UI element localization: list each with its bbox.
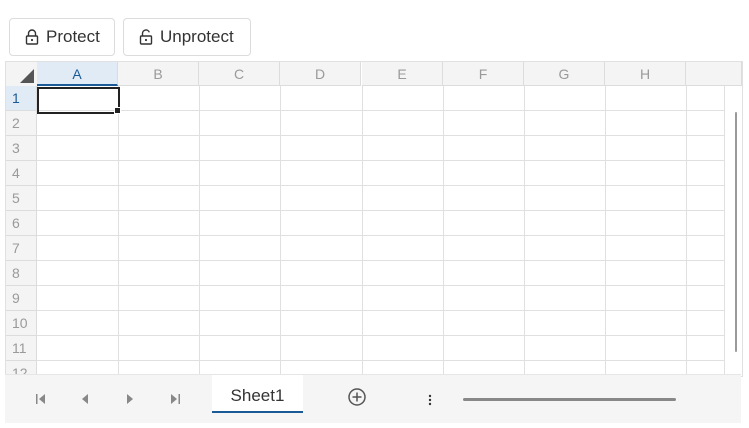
grid-horizontal-line [37,210,724,211]
grid-vertical-line [605,86,606,376]
grid-horizontal-line [37,235,724,236]
row-header-1[interactable]: 1 [6,86,37,111]
grid-vertical-line [118,86,119,376]
column-header-g[interactable]: G [524,62,605,86]
grid-horizontal-line [37,110,724,111]
row-header-6[interactable]: 6 [6,211,37,236]
row-header-5[interactable]: 5 [6,186,37,211]
column-header-f[interactable]: F [443,62,524,86]
last-sheet-icon[interactable] [166,390,184,408]
select-all-corner[interactable] [6,62,38,87]
column-header-e[interactable]: E [362,62,443,86]
row-header-7[interactable]: 7 [6,236,37,261]
grid-vertical-line [524,86,525,376]
grid-horizontal-line [37,160,724,161]
row-header-3[interactable]: 3 [6,136,37,161]
grid-horizontal-line [37,285,724,286]
grid-vertical-line [280,86,281,376]
column-header-c[interactable]: C [199,62,280,86]
lock-icon [25,29,39,45]
select-all-icon [20,69,34,83]
grid-horizontal-line [37,185,724,186]
first-sheet-icon[interactable] [32,390,50,408]
column-header-overflow [686,62,742,86]
protect-button[interactable]: Protect [9,18,115,56]
more-options-icon[interactable] [423,391,437,409]
grid-horizontal-line [37,335,724,336]
unprotect-button[interactable]: Unprotect [123,18,251,56]
unlock-icon [139,29,153,45]
vertical-scrollbar[interactable] [725,86,742,376]
spreadsheet-grid[interactable]: ABCDEFGH 1 2 3 4 5 6 7 8 9 10 11 12 [5,61,743,377]
grid-horizontal-line [37,260,724,261]
column-header-h[interactable]: H [605,62,686,86]
row-header-8[interactable]: 8 [6,261,37,286]
unprotect-label: Unprotect [160,27,234,46]
sheet-tab-sheet1[interactable]: Sheet1 [212,375,303,413]
row-header-4[interactable]: 4 [6,161,37,186]
protect-label: Protect [46,27,100,46]
prev-sheet-icon[interactable] [76,390,94,408]
row-header-9[interactable]: 9 [6,286,37,311]
horizontal-scrollbar[interactable] [463,398,676,401]
fill-handle[interactable] [114,107,121,114]
column-header-a[interactable]: A [37,62,118,86]
vertical-scrollbar-thumb[interactable] [735,112,737,352]
row-header-11[interactable]: 11 [6,336,37,361]
row-header-10[interactable]: 10 [6,311,37,336]
grid-horizontal-line [37,360,724,361]
grid-vertical-line [199,86,200,376]
grid-vertical-line [362,86,363,376]
row-header-2[interactable]: 2 [6,111,37,136]
column-header-d[interactable]: D [280,62,361,86]
grid-vertical-line [443,86,444,376]
next-sheet-icon[interactable] [121,390,139,408]
grid-horizontal-line [37,310,724,311]
grid-horizontal-line [37,135,724,136]
add-sheet-icon[interactable] [347,387,367,407]
sheet-tabs-bar: Sheet1 [5,374,741,423]
grid-vertical-line [686,86,687,376]
column-header-b[interactable]: B [118,62,199,86]
active-cell[interactable] [37,87,120,114]
